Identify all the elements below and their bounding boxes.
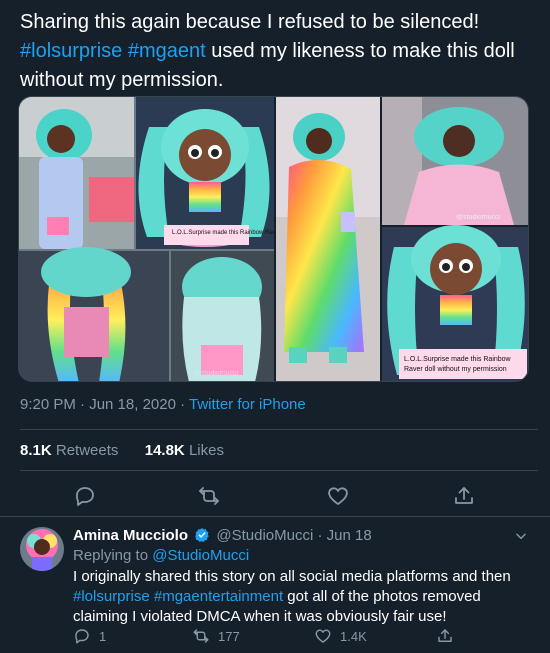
- hashtag-link[interactable]: #lolsurprise: [73, 588, 150, 605]
- media-caption: Raver doll without my permission: [404, 366, 507, 373]
- photo-tile: [171, 251, 274, 381]
- hashtag-link[interactable]: #lolsurprise: [20, 40, 122, 62]
- likes-count: 14.8K: [144, 442, 185, 459]
- tweet-text-line1: Sharing this again because I refused to …: [20, 11, 480, 33]
- likes-label: Likes: [188, 442, 224, 459]
- watermark: @studiomucci: [456, 214, 501, 221]
- reply-header: Amina Mucciolo @StudioMucci · Jun 18: [73, 527, 372, 544]
- watermark: @studiomucci: [194, 370, 239, 377]
- retweet-count: 177: [218, 628, 240, 644]
- share-icon[interactable]: [452, 484, 476, 508]
- like-action[interactable]: 1.4K: [314, 626, 367, 646]
- tweet-actions: [0, 484, 550, 508]
- reply-icon: [75, 629, 89, 644]
- photo-tile: [19, 247, 169, 381]
- retweets-label: Retweets: [55, 442, 119, 459]
- tweet-text: Sharing this again because I refused to …: [20, 8, 540, 95]
- divider: [20, 470, 538, 471]
- heart-icon: [315, 629, 331, 643]
- tweet-source[interactable]: Twitter for iPhone: [189, 396, 306, 413]
- photo-tile: [136, 97, 274, 249]
- author-handle[interactable]: @StudioMucci: [216, 527, 313, 544]
- replying-prefix: Replying to: [73, 547, 149, 564]
- verified-badge-icon: [194, 527, 210, 543]
- retweets-stat[interactable]: 8.1K Retweets: [20, 442, 118, 459]
- tweet-media[interactable]: L.O.L.Surprise made this Rainbow Raver d…: [18, 96, 529, 382]
- reply-action[interactable]: 1: [73, 626, 106, 646]
- chevron-down-icon[interactable]: [514, 529, 528, 543]
- retweets-count: 8.1K: [20, 442, 52, 459]
- retweet-icon: [193, 629, 209, 643]
- heart-icon[interactable]: [326, 484, 350, 508]
- mention-link[interactable]: @StudioMucci: [152, 547, 249, 564]
- tweet-timestamp: 9:20 PM · Jun 18, 2020 · Twitter for iPh…: [20, 396, 306, 413]
- media-collage: L.O.L.Surprise made this Rainbow Raver d…: [19, 97, 528, 381]
- photo-tile: [276, 97, 380, 381]
- share-icon: [438, 629, 452, 642]
- tweet-time[interactable]: 9:20 PM · Jun 18, 2020: [20, 396, 176, 413]
- tweet-stats: 8.1K Retweets 14.8K Likes: [20, 442, 224, 459]
- reply-icon[interactable]: [73, 484, 97, 508]
- reply-date[interactable]: · Jun 18: [317, 527, 371, 544]
- photo-tile: [19, 97, 134, 249]
- meta-separator: ·: [175, 396, 189, 413]
- retweet-icon[interactable]: [197, 484, 221, 508]
- share-action[interactable]: [436, 626, 454, 646]
- reply-text: I originally shared this story on all so…: [73, 567, 528, 627]
- likes-stat[interactable]: 14.8K Likes: [145, 442, 224, 459]
- author-name[interactable]: Amina Mucciolo: [73, 527, 188, 544]
- photo-tile: [382, 97, 528, 225]
- divider: [20, 429, 538, 430]
- replying-to: Replying to @StudioMucci: [73, 547, 249, 564]
- hashtag-link[interactable]: #mgaent: [128, 40, 206, 62]
- retweet-action[interactable]: 177: [192, 626, 240, 646]
- reply-actions: 1 177 1.4K: [0, 626, 550, 646]
- hashtag-link[interactable]: #mgaentertainment: [154, 588, 283, 605]
- like-count: 1.4K: [340, 628, 367, 644]
- reply-text-part1: I originally shared this story on all so…: [73, 568, 511, 585]
- avatar[interactable]: [20, 527, 64, 571]
- reply-tweet[interactable]: Amina Mucciolo @StudioMucci · Jun 18 Rep…: [0, 517, 550, 653]
- media-caption: L.O.L.Surprise made this Rainbow: [404, 356, 512, 363]
- reply-count: 1: [99, 628, 107, 644]
